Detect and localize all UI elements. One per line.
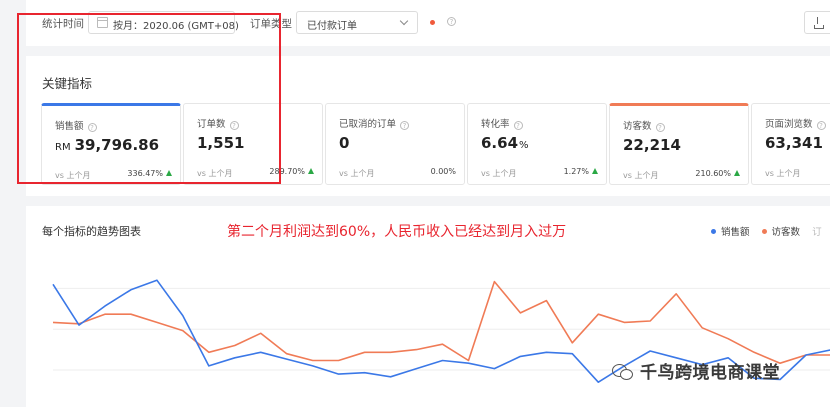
help-icon[interactable]: ? [816,121,826,130]
metric-card-pageviews[interactable]: 页面浏览数? 63,341 vs 上个月 [751,103,830,185]
metric-card-conversion[interactable]: 转化率? 6.64% vs 上个月 1.27% [467,103,607,185]
metric-compare-label: vs 上个月 [481,169,517,178]
metric-card-cancelled[interactable]: 已取消的订单? 0 vs 上个月 0.00% [325,103,465,185]
wechat-icon [612,363,634,381]
highlight-box [17,13,281,184]
series-line-visitors [52,280,830,364]
metric-compare-label: vs 上个月 [339,169,375,178]
watermark-text: 千鸟跨境电商课堂 [640,363,780,383]
metric-value: 0 [339,134,350,152]
metric-change: 210.60% [695,169,740,178]
metric-value: 63,341 [765,134,823,152]
help-icon[interactable]: ? [400,121,410,130]
metric-compare-label: vs 上个月 [623,171,659,180]
metric-value: 6.64% [481,134,529,152]
metric-value: 22,214 [623,136,681,154]
metric-change: 1.27% [564,167,598,176]
metric-compare-label: vs 上个月 [765,169,801,178]
watermark: 千鸟跨境电商课堂 [612,358,780,386]
arrow-up-icon [734,170,740,176]
arrow-up-icon [308,168,314,174]
order-type-value: 已付款订单 [307,21,357,32]
metric-card-visitors[interactable]: 访客数? 22,214 vs 上个月 210.60% [609,103,749,185]
order-type-select[interactable]: 已付款订单 [296,11,418,34]
download-button[interactable] [804,11,830,34]
help-icon[interactable]: ? [447,17,456,26]
metric-label: 转化率? [481,116,523,130]
status-dot [430,20,435,25]
help-icon[interactable]: ? [655,123,665,132]
metric-label: 页面浏览数? [765,116,826,130]
metric-change: 0.00% [430,167,456,176]
metric-label: 访客数? [623,118,665,132]
arrow-up-icon [592,168,598,174]
help-icon[interactable]: ? [513,121,523,130]
metric-label: 已取消的订单? [339,116,410,130]
chevron-down-icon [399,16,409,26]
